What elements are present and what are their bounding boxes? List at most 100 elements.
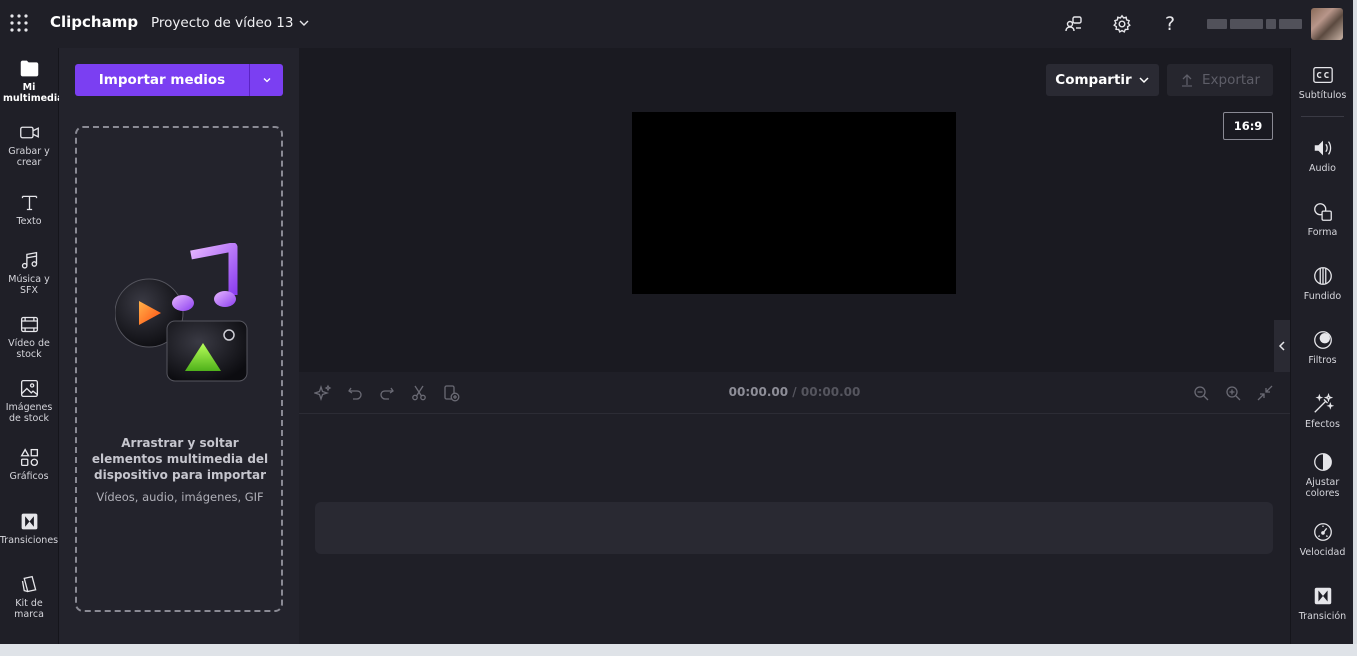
brand-kit-icon xyxy=(21,575,36,593)
collapse-properties-panel-button[interactable] xyxy=(1274,320,1290,372)
chevron-down-icon xyxy=(299,20,308,26)
transition-icon xyxy=(21,513,37,530)
shapes-icon xyxy=(19,448,38,467)
video-preview-canvas[interactable] xyxy=(632,112,956,294)
share-button[interactable]: Compartir xyxy=(1046,64,1159,96)
text-icon xyxy=(21,195,37,211)
nav-item-stock-images[interactable]: Imágenes de stock xyxy=(0,378,58,424)
properties-nav: Subtítulos Audio Forma Fundido Filtros E… xyxy=(1290,48,1353,644)
nav-item-record-create[interactable]: Grabar y crear xyxy=(0,122,58,168)
prop-label: Audio xyxy=(1308,163,1336,174)
filters-icon xyxy=(1313,331,1332,349)
zoom-in-button[interactable] xyxy=(1223,383,1243,403)
project-title-dropdown[interactable]: Proyecto de vídeo 13 xyxy=(151,15,310,31)
nav-item-brand-kit[interactable]: Kit de marca xyxy=(0,574,58,620)
prop-item-adjust-colors[interactable]: Ajustar colores xyxy=(1291,451,1354,499)
drop-zone-title: Arrastrar y soltar elementos multimedia … xyxy=(91,436,269,482)
prop-label: Subtítulos xyxy=(1298,90,1347,101)
nav-label: Grabar y crear xyxy=(8,146,50,168)
zoom-out-icon xyxy=(1194,386,1209,401)
import-options-dropdown[interactable] xyxy=(250,64,283,96)
prop-label: Ajustar colores xyxy=(1305,477,1340,499)
nav-label: Imágenes de stock xyxy=(5,402,53,424)
drop-zone-subtitle: Vídeos, audio, imágenes, GIF xyxy=(96,490,264,504)
nav-label: Música y SFX xyxy=(8,274,50,296)
magic-wand-icon xyxy=(1313,393,1334,413)
feedback-icon xyxy=(1065,16,1082,32)
prop-item-speed[interactable]: Velocidad xyxy=(1291,521,1354,558)
contrast-icon xyxy=(1313,453,1332,471)
video-camera-icon xyxy=(19,126,39,139)
top-bar: Clipchamp Proyecto de vídeo 13 ? xyxy=(0,0,1357,48)
prop-label: Efectos xyxy=(1305,419,1340,430)
film-icon xyxy=(20,316,38,333)
zoom-out-button[interactable] xyxy=(1191,383,1211,403)
captions-icon xyxy=(1312,67,1333,83)
transition-icon xyxy=(1314,587,1331,605)
nav-item-stock-video[interactable]: Vídeo de stock xyxy=(0,314,58,360)
timeline-panel: 00:00.00 / 00:00.00 xyxy=(299,372,1290,644)
share-label: Compartir xyxy=(1055,72,1132,88)
timeline-track[interactable] xyxy=(315,502,1273,554)
nav-item-transitions[interactable]: Transiciones xyxy=(0,511,58,546)
nav-item-music-sfx[interactable]: Música y SFX xyxy=(0,250,58,296)
window-edge xyxy=(1353,0,1357,644)
app-brand: Clipchamp xyxy=(50,13,139,31)
nav-label: Texto xyxy=(16,216,42,227)
nav-item-graphics[interactable]: Gráficos xyxy=(0,447,58,482)
current-time: 00:00.00 xyxy=(728,385,789,399)
nav-label: Gráficos xyxy=(9,471,49,482)
prop-label: Velocidad xyxy=(1299,547,1346,558)
fit-timeline-button[interactable] xyxy=(1255,383,1275,403)
feedback-button[interactable] xyxy=(1062,12,1086,36)
help-button[interactable]: ? xyxy=(1158,12,1182,36)
aspect-ratio-button[interactable]: 16:9 xyxy=(1223,112,1273,140)
prop-item-captions[interactable]: Subtítulos xyxy=(1291,64,1354,101)
prop-item-effects[interactable]: Efectos xyxy=(1291,393,1354,430)
prop-item-shape[interactable]: Forma xyxy=(1291,201,1354,238)
upload-arrow-icon xyxy=(1181,74,1192,87)
time-separator: / xyxy=(788,385,801,399)
account-name-redacted xyxy=(1207,19,1302,29)
nav-item-text[interactable]: Texto xyxy=(0,192,58,227)
import-media-button[interactable]: Importar medios xyxy=(75,64,250,96)
divider xyxy=(1301,116,1344,117)
nav-label: Kit de marca xyxy=(14,598,44,620)
prop-label: Transición xyxy=(1298,611,1347,622)
settings-gear-icon xyxy=(1113,14,1131,33)
export-label: Exportar xyxy=(1201,72,1260,88)
media-upload-illustration-icon xyxy=(115,243,248,382)
prop-label: Filtros xyxy=(1308,355,1337,366)
timecode-display: 00:00.00 / 00:00.00 xyxy=(299,385,1290,399)
clipchamp-app: Clipchamp Proyecto de vídeo 13 ? Mi mult… xyxy=(0,0,1357,644)
settings-button[interactable] xyxy=(1110,12,1134,36)
prop-item-fade[interactable]: Fundido xyxy=(1291,265,1354,302)
apps-grid-icon[interactable] xyxy=(9,13,29,33)
preview-area: Compartir Exportar 16:9 xyxy=(299,48,1290,372)
project-title: Proyecto de vídeo 13 xyxy=(151,15,294,31)
fade-icon xyxy=(1313,267,1332,285)
prop-item-filters[interactable]: Filtros xyxy=(1291,329,1354,366)
user-avatar[interactable] xyxy=(1311,8,1343,40)
total-time: 00:00.00 xyxy=(800,385,861,399)
fit-arrows-icon xyxy=(1257,385,1273,401)
export-button[interactable]: Exportar xyxy=(1167,64,1273,96)
nav-item-my-media[interactable]: Mi multimedia xyxy=(0,58,64,104)
prop-label: Forma xyxy=(1307,227,1338,238)
media-drop-zone[interactable]: Arrastrar y soltar elementos multimedia … xyxy=(75,126,283,612)
chevron-down-icon xyxy=(1139,77,1149,84)
left-nav: Mi multimedia Grabar y crear Texto Músic… xyxy=(0,48,64,644)
zoom-in-icon xyxy=(1226,386,1241,401)
nav-label: Vídeo de stock xyxy=(8,338,50,360)
shape-icon xyxy=(1313,203,1332,221)
chevron-down-icon xyxy=(263,78,270,83)
image-icon xyxy=(20,379,38,398)
chevron-left-icon xyxy=(1278,341,1285,351)
timeline-toolbar: 00:00.00 / 00:00.00 xyxy=(299,372,1290,414)
prop-label: Fundido xyxy=(1303,291,1342,302)
music-note-icon xyxy=(21,251,37,269)
media-panel: Importar medios Arrastrar y soltar eleme… xyxy=(59,48,299,644)
prop-item-transition[interactable]: Transición xyxy=(1291,585,1354,622)
prop-item-audio[interactable]: Audio xyxy=(1291,137,1354,174)
help-icon: ? xyxy=(1164,12,1176,35)
